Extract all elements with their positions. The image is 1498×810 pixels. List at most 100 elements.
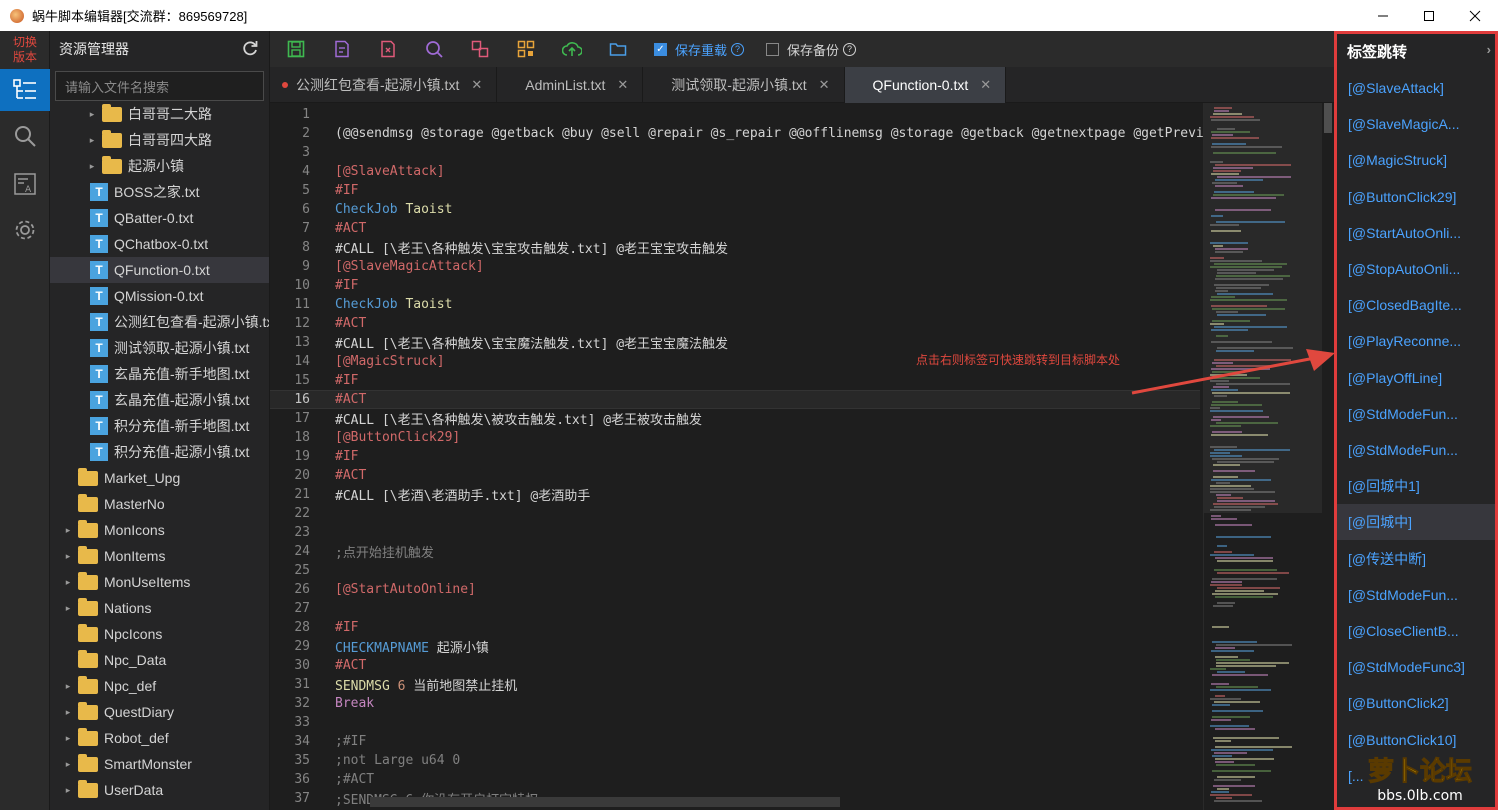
save-reload-toggle[interactable]: ✓ 保存重载 ? bbox=[654, 40, 745, 59]
vertical-scroll-thumb[interactable] bbox=[1324, 103, 1332, 133]
code-line[interactable]: 3 bbox=[270, 143, 1200, 162]
code-line[interactable]: 13 #CALL [\老王\各种触发\宝宝魔法触发.txt] @老王宝宝魔法触发 bbox=[270, 333, 1200, 352]
tree-folder[interactable]: ▸ MonUseItems bbox=[50, 569, 269, 595]
tree-folder[interactable]: ▸ 白哥哥四大路 bbox=[50, 127, 269, 153]
label-jump-item[interactable]: [@传送中断] bbox=[1337, 541, 1495, 577]
label-jump-item[interactable]: [@CloseClientB... bbox=[1337, 613, 1495, 649]
save-button[interactable] bbox=[286, 39, 306, 59]
chevron-right-icon[interactable]: ▸ bbox=[62, 681, 74, 692]
tree-file[interactable]: T BOSS之家.txt bbox=[50, 179, 269, 205]
code-line[interactable]: 18 [@ButtonClick29] bbox=[270, 428, 1200, 447]
code-line[interactable]: 24 ;点开始挂机触发 bbox=[270, 542, 1200, 561]
editor-tab[interactable]: 测试领取-起源小镇.txt ✕ bbox=[643, 67, 845, 103]
tree-folder[interactable]: ▸ Nations bbox=[50, 595, 269, 621]
compare-button[interactable] bbox=[470, 39, 490, 59]
label-jump-item[interactable]: [@StdModeFunc3] bbox=[1337, 649, 1495, 685]
code-line[interactable]: 6 CheckJob Taoist bbox=[270, 200, 1200, 219]
tree-file[interactable]: T 测试领取-起源小镇.txt bbox=[50, 335, 269, 361]
code-line[interactable]: 17 #CALL [\老王\各种触发\被攻击触发.txt] @老王被攻击触发 bbox=[270, 409, 1200, 428]
tree-folder[interactable]: ▸ Robot_def bbox=[50, 725, 269, 751]
code-line[interactable]: 28 #IF bbox=[270, 618, 1200, 637]
chevron-right-icon[interactable]: ▸ bbox=[62, 577, 74, 588]
code-line[interactable]: 31 SENDMSG 6 当前地图禁止挂机 bbox=[270, 675, 1200, 694]
tree-file[interactable]: T 公测红包查看-起源小镇.txt bbox=[50, 309, 269, 335]
code-editor[interactable]: 1 2 (@@sendmsg @storage @getback @buy @sel… bbox=[270, 103, 1334, 810]
code-line[interactable]: 4 [@SlaveAttack] bbox=[270, 162, 1200, 181]
code-line[interactable]: 27 bbox=[270, 599, 1200, 618]
label-jump-item[interactable]: [@ButtonClick29] bbox=[1337, 179, 1495, 215]
tab-close-icon[interactable]: ✕ bbox=[471, 77, 482, 93]
code-line[interactable]: 36 ;#ACT bbox=[270, 770, 1200, 789]
search-activity-button[interactable] bbox=[0, 115, 50, 157]
code-line[interactable]: 12 #ACT bbox=[270, 314, 1200, 333]
tree-file[interactable]: T 积分充值-起源小镇.txt bbox=[50, 439, 269, 465]
chevron-right-icon[interactable]: ▸ bbox=[62, 707, 74, 718]
editor-tab[interactable]: 公测红包查看-起源小镇.txt ✕ bbox=[270, 67, 498, 103]
settings-activity-button[interactable] bbox=[0, 209, 50, 251]
find-button[interactable] bbox=[424, 39, 444, 59]
close-file-button[interactable] bbox=[378, 39, 398, 59]
tree-folder[interactable]: ▸ MonItems bbox=[50, 543, 269, 569]
tree-folder[interactable]: ▸ Npc_def bbox=[50, 673, 269, 699]
code-line[interactable]: 25 bbox=[270, 561, 1200, 580]
help-icon[interactable]: ? bbox=[843, 42, 857, 56]
minimap[interactable] bbox=[1203, 103, 1322, 810]
code-line[interactable]: 1 bbox=[270, 105, 1200, 124]
maximize-button[interactable] bbox=[1406, 0, 1452, 31]
label-jump-item[interactable]: [@PlayOffLine] bbox=[1337, 360, 1495, 396]
save-backup-toggle[interactable]: 保存备份 ? bbox=[766, 40, 857, 59]
label-jump-item[interactable]: [@ButtonClick2] bbox=[1337, 685, 1495, 721]
code-line[interactable]: 15 #IF bbox=[270, 371, 1200, 390]
tree-file[interactable]: T 玄晶充值-新手地图.txt bbox=[50, 361, 269, 387]
chevron-right-icon[interactable]: ▸ bbox=[86, 135, 98, 146]
tab-close-icon[interactable]: ✕ bbox=[617, 77, 628, 93]
refresh-icon[interactable] bbox=[241, 39, 259, 57]
editor-tab[interactable]: AdminList.txt ✕ bbox=[497, 67, 644, 103]
code-line[interactable]: 10 #IF bbox=[270, 276, 1200, 295]
label-jump-item[interactable]: [@SlaveMagicA... bbox=[1337, 106, 1495, 142]
label-jump-item[interactable]: [@StopAutoOnli... bbox=[1337, 251, 1495, 287]
switch-version-button[interactable]: 切换 版本 bbox=[0, 35, 50, 65]
tab-close-icon[interactable]: ✕ bbox=[819, 77, 830, 93]
editor-horizontal-scrollbar[interactable] bbox=[370, 797, 840, 807]
file-search-input[interactable]: 请输入文件名搜索 bbox=[55, 71, 264, 101]
label-jump-item[interactable]: [@StdModeFun... bbox=[1337, 577, 1495, 613]
chevron-right-icon[interactable]: ▸ bbox=[86, 109, 98, 120]
tree-folder[interactable]: ▸ QuestDiary bbox=[50, 699, 269, 725]
code-line[interactable]: 16 #ACT bbox=[270, 390, 1200, 409]
code-line[interactable]: 23 bbox=[270, 523, 1200, 542]
save-backup-checkbox[interactable] bbox=[766, 42, 780, 56]
tree-file[interactable]: T 玄晶充值-起源小镇.txt bbox=[50, 387, 269, 413]
chevron-right-icon[interactable]: ▸ bbox=[62, 525, 74, 536]
tree-file[interactable]: T 积分充值-新手地图.txt bbox=[50, 413, 269, 439]
chevron-right-icon[interactable]: ▸ bbox=[62, 733, 74, 744]
tab-close-icon[interactable]: ✕ bbox=[980, 77, 991, 93]
explorer-activity-button[interactable] bbox=[0, 69, 50, 111]
code-line[interactable]: 7 #ACT bbox=[270, 219, 1200, 238]
code-line[interactable]: 22 bbox=[270, 504, 1200, 523]
code-line[interactable]: 21 #CALL [\老酒\老酒助手.txt] @老酒助手 bbox=[270, 485, 1200, 504]
label-jump-item[interactable]: [@StartAutoOnli... bbox=[1337, 215, 1495, 251]
text-tool-activity-button[interactable]: A bbox=[0, 163, 50, 205]
chevron-right-icon[interactable]: ▸ bbox=[62, 603, 74, 614]
label-jump-item[interactable]: [@ClosedBagIte... bbox=[1337, 287, 1495, 323]
tree-folder[interactable]: Market_Upg bbox=[50, 465, 269, 491]
chevron-right-icon[interactable]: ▸ bbox=[86, 161, 98, 172]
code-line[interactable]: 33 bbox=[270, 713, 1200, 732]
chevron-right-icon[interactable]: ▸ bbox=[62, 551, 74, 562]
open-folder-button[interactable] bbox=[608, 39, 628, 59]
code-line[interactable]: 9 [@SlaveMagicAttack] bbox=[270, 257, 1200, 276]
editor-vertical-scrollbar[interactable] bbox=[1322, 103, 1334, 810]
code-line[interactable]: 20 #ACT bbox=[270, 466, 1200, 485]
code-line[interactable]: 35 ;not Large u64 0 bbox=[270, 751, 1200, 770]
label-jump-item[interactable]: [@PlayReconne... bbox=[1337, 323, 1495, 359]
help-icon[interactable]: ? bbox=[731, 42, 745, 56]
close-button[interactable] bbox=[1452, 0, 1498, 31]
tree-file[interactable]: T QBatter-0.txt bbox=[50, 205, 269, 231]
tree-file[interactable]: T QMission-0.txt bbox=[50, 283, 269, 309]
tree-folder[interactable]: ▸ UserData bbox=[50, 777, 269, 803]
code-line[interactable]: 8 #CALL [\老王\各种触发\宝宝攻击触发.txt] @老王宝宝攻击触发 bbox=[270, 238, 1200, 257]
tree-file[interactable]: T QChatbox-0.txt bbox=[50, 231, 269, 257]
label-jump-item[interactable]: [@回城中] bbox=[1337, 504, 1495, 541]
editor-tab[interactable]: QFunction-0.txt ✕ bbox=[844, 67, 1007, 103]
